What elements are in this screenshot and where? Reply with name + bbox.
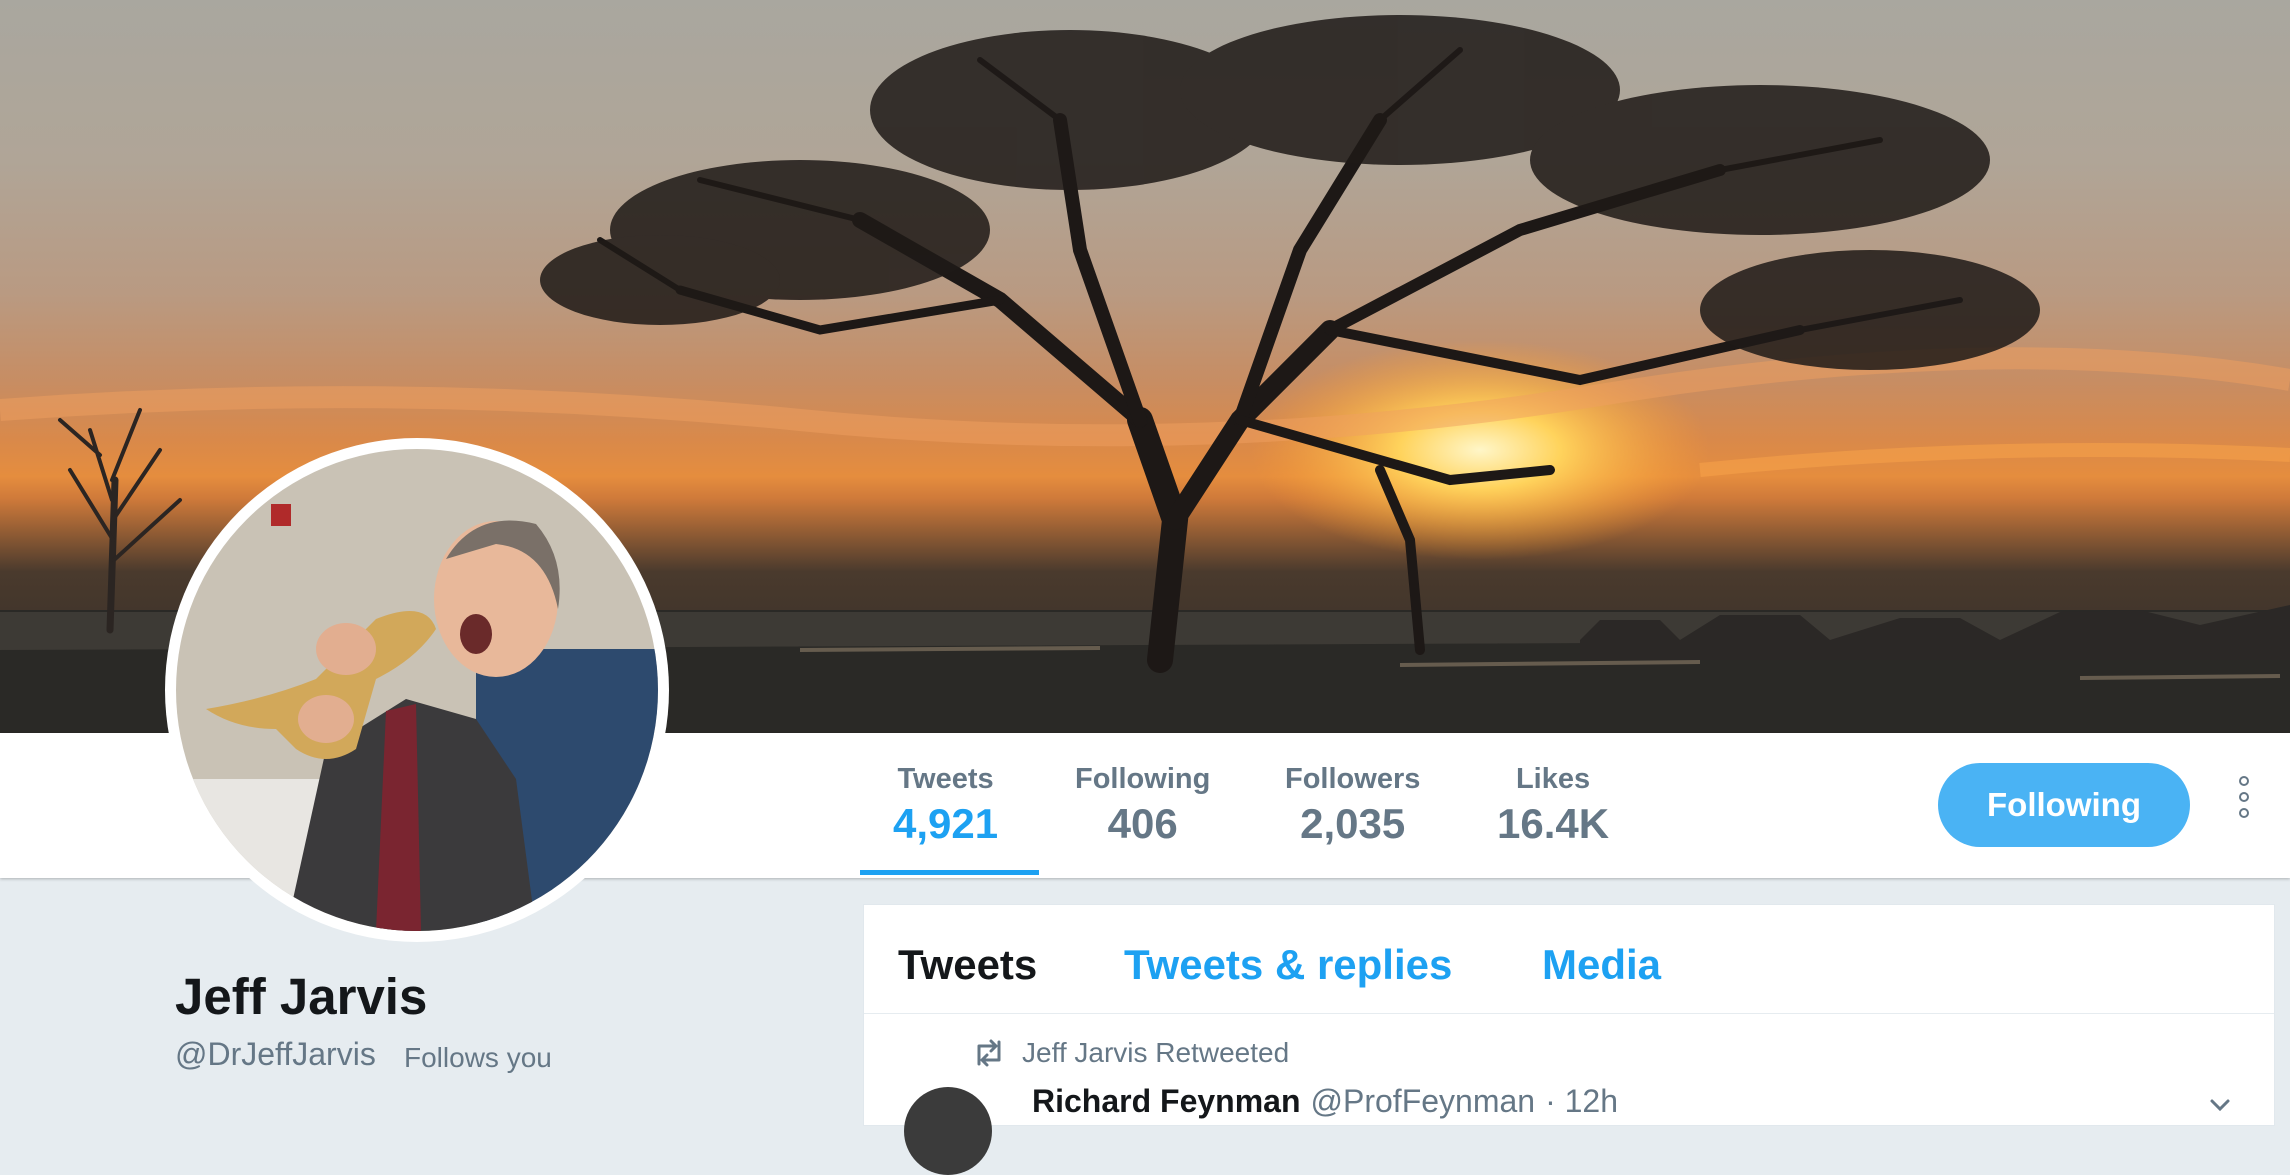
retweet-context: Jeff Jarvis Retweeted xyxy=(972,1033,1289,1073)
tweet-author-avatar[interactable] xyxy=(904,1087,992,1175)
profile-name[interactable]: Jeff Jarvis xyxy=(175,967,427,1026)
stat-followers-value: 2,035 xyxy=(1300,800,1406,847)
profile-handle[interactable]: @DrJeffJarvis xyxy=(175,1036,376,1073)
stat-likes-value: 16.4K xyxy=(1497,800,1610,847)
tab-media[interactable]: Media xyxy=(1542,941,1661,989)
more-options-icon[interactable] xyxy=(2232,773,2256,837)
stat-likes[interactable]: Likes 16.4K xyxy=(1497,763,1609,848)
tab-tweets[interactable]: Tweets xyxy=(898,941,1037,989)
timeline: Tweets Tweets & replies Media Jeff Jarvi… xyxy=(863,904,2275,1175)
stat-followers[interactable]: Followers 2,035 xyxy=(1285,763,1420,848)
stat-following-value: 406 xyxy=(1107,800,1178,847)
tweet-author-handle[interactable]: @ProfFeynman xyxy=(1311,1083,1536,1119)
tweet-timestamp[interactable]: · 12h xyxy=(1545,1083,1618,1119)
retweet-label: Jeff Jarvis Retweeted xyxy=(1022,1037,1290,1068)
stat-followers-label: Followers xyxy=(1285,763,1421,795)
tweet-header: Richard Feynman @ProfFeynman · 12h xyxy=(1032,1083,1618,1120)
tab-tweets-and-replies[interactable]: Tweets & replies xyxy=(1124,941,1452,989)
stat-following-label: Following xyxy=(1075,763,1211,795)
stat-tweets-value: 4,921 xyxy=(893,800,999,847)
avatar-image xyxy=(176,449,658,931)
active-stat-indicator xyxy=(860,870,1039,875)
stat-tweets-label: Tweets xyxy=(897,763,994,795)
stat-likes-label: Likes xyxy=(1515,763,1591,795)
following-button[interactable]: Following xyxy=(1938,763,2190,847)
timeline-tabs: Tweets Tweets & replies Media xyxy=(864,905,2274,1014)
tweet-author-name[interactable]: Richard Feynman xyxy=(1032,1083,1301,1119)
retweet-icon xyxy=(977,1039,1001,1067)
stat-following[interactable]: Following 406 xyxy=(1075,763,1210,848)
stat-tweets[interactable]: Tweets 4,921 xyxy=(893,763,998,848)
chevron-down-icon[interactable] xyxy=(2209,1093,2231,1115)
profile-avatar[interactable] xyxy=(165,438,669,942)
follows-you-badge: Follows you xyxy=(404,1042,552,1073)
